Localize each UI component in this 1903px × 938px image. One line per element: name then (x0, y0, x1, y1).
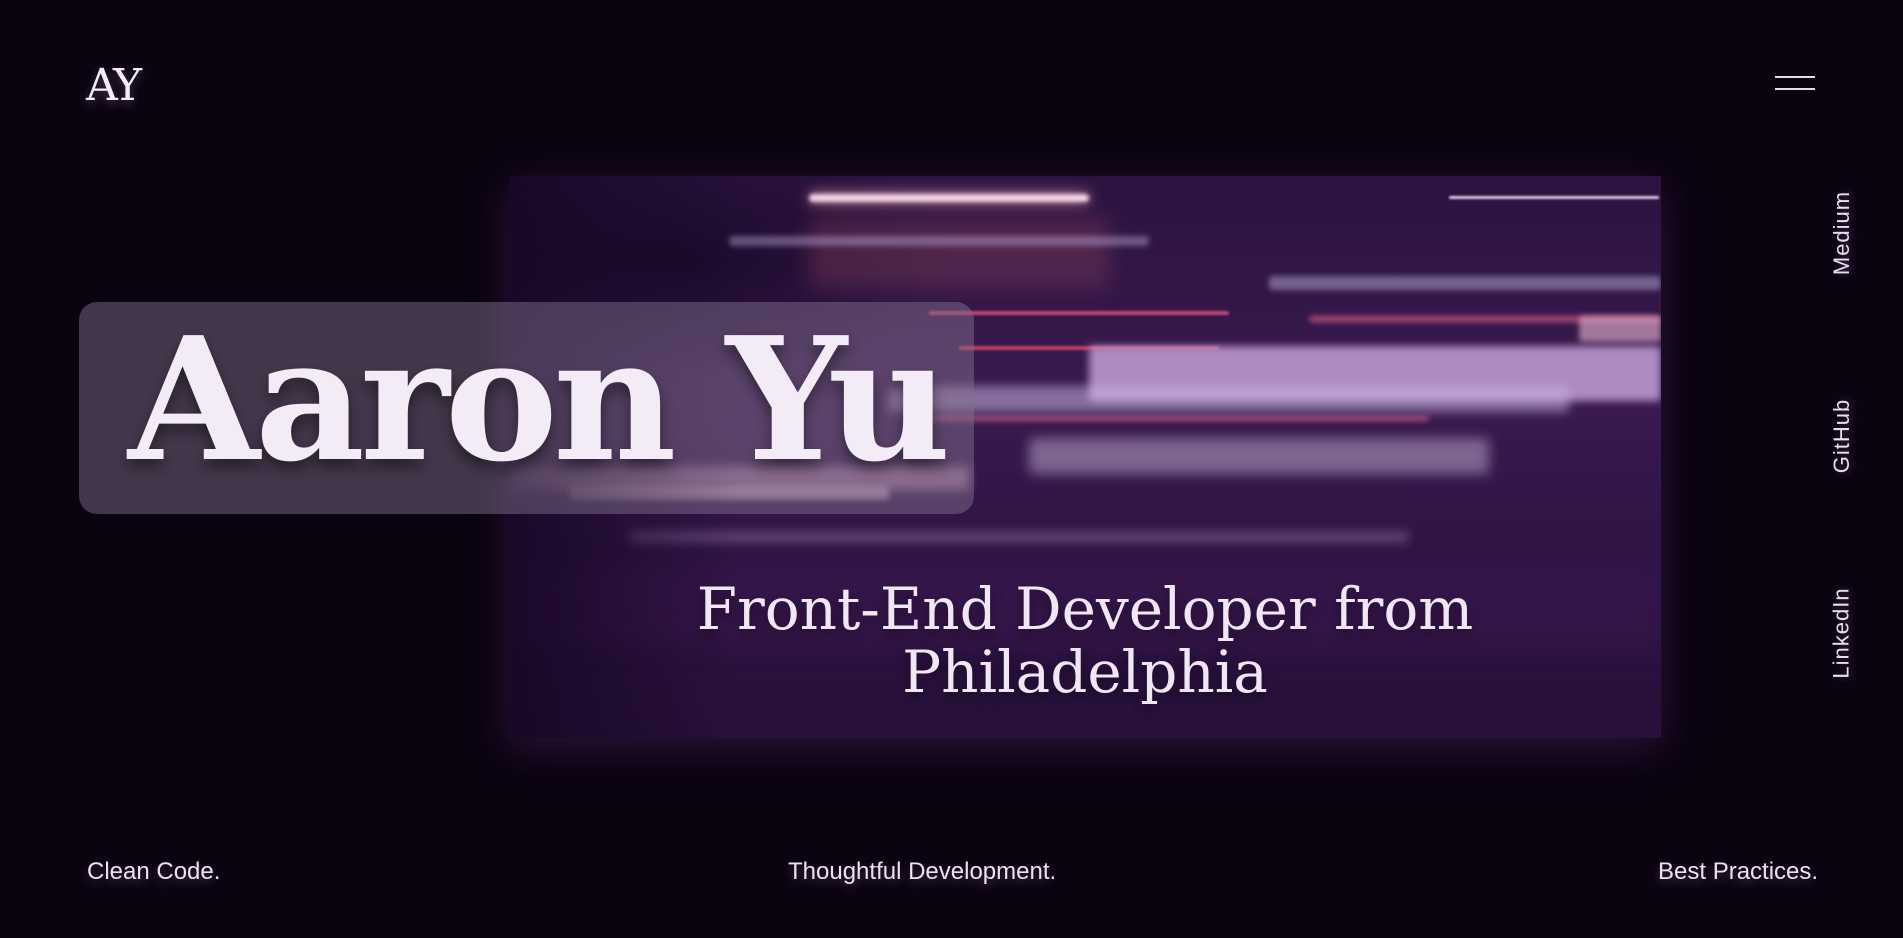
medium-link-label: Medium (1829, 190, 1854, 275)
linkedin-link[interactable]: LinkedIn (1822, 575, 1862, 690)
tagline-thoughtful-development: Thoughtful Development. (788, 858, 1057, 885)
tagline-best-practices: Best Practices. (1658, 858, 1819, 885)
hero-subtitle: Front-End Developer from Philadelphia (640, 578, 1530, 704)
menu-line (1775, 76, 1815, 78)
subtitle-line-2: Philadelphia (902, 638, 1268, 706)
menu-line (1775, 88, 1815, 90)
site-logo[interactable]: AY (86, 60, 142, 111)
linkedin-link-label: LinkedIn (1829, 586, 1854, 679)
hero-name: Aaron Yu (128, 300, 951, 500)
tagline-clean-code: Clean Code. (87, 858, 221, 885)
hamburger-menu-icon[interactable] (1770, 72, 1816, 96)
subtitle-line-1: Front-End Developer from (696, 575, 1474, 643)
github-link-label: GitHub (1829, 398, 1855, 473)
medium-link[interactable]: Medium (1822, 180, 1862, 285)
github-link[interactable]: GitHub (1822, 383, 1862, 488)
social-links-nav: Medium GitHub LinkedIn (1822, 180, 1862, 680)
